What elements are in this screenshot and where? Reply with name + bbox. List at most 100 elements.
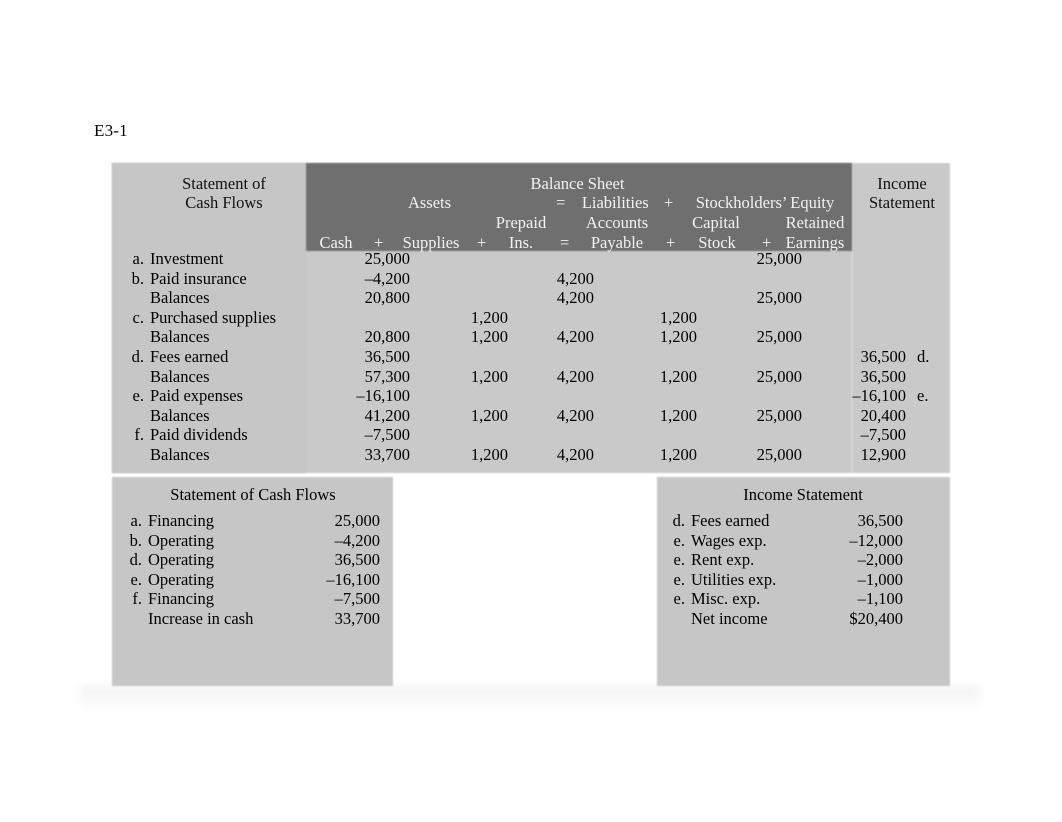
cell-label: Rent exp. — [691, 550, 755, 570]
cell-mark: c. — [132, 307, 144, 327]
list-item: a. Financing 25,000 — [112, 511, 393, 531]
cell-label: Balances — [150, 327, 210, 347]
income-statement-panel-title: Income Statement — [743, 485, 863, 504]
cell-payable: 1,200 — [659, 327, 697, 347]
income-statement-header-line1: Income — [877, 174, 927, 193]
worksheet-row: Balances 33,700 1,200 4,200 1,200 25,000 12,90… — [112, 445, 950, 465]
cell-payable: 1,200 — [659, 444, 697, 464]
cell-label: Paid expenses — [150, 386, 244, 406]
liabilities-label: Liabilities — [581, 193, 649, 212]
equals-operator: = — [556, 193, 566, 212]
scf-header-line1: Statement of — [182, 174, 266, 193]
worksheet-row: d. Fees earned 36,500 36,500 d. — [112, 347, 950, 367]
cell-mark: f. — [134, 425, 144, 445]
cell-prepaid: 4,200 — [556, 405, 594, 425]
column-header-accounts: Accounts — [585, 213, 649, 232]
cell-label: Misc. exp. — [691, 589, 761, 609]
cell-amount: 36,500 — [857, 511, 903, 530]
cell-label: Balances — [150, 444, 210, 464]
column-header-capital: Capital — [692, 213, 740, 232]
cell-mark: e. — [673, 569, 685, 589]
cell-label: Paid dividends — [150, 425, 248, 445]
cell-prepaid: 4,200 — [556, 288, 594, 308]
cell-amount: 25,000 — [334, 511, 380, 530]
cell-stock: 25,000 — [756, 327, 802, 347]
cell-mark: f. — [132, 589, 142, 609]
cell-mark: e. — [673, 550, 685, 570]
cell-earnings: –16,100 — [852, 386, 906, 406]
cell-mark: d. — [672, 511, 685, 530]
cell-cash: –7,500 — [364, 425, 410, 445]
income-statement-rows: d. Fees earned 36,500 e. Wages exp. –12,000 e.… — [657, 511, 950, 629]
cell-mark: e. — [132, 386, 144, 406]
cell-label: Fees earned — [691, 511, 770, 530]
list-item: Net income $20,400 — [657, 609, 950, 629]
cell-is-mark: d. — [917, 346, 930, 366]
cell-cash: –16,100 — [356, 386, 410, 406]
worksheet-row: Balances 20,800 1,200 4,200 1,200 25,000 — [112, 327, 950, 347]
column-header-prepaid: Prepaid — [495, 213, 547, 232]
cell-label: Balances — [150, 405, 210, 425]
cell-payable: 1,200 — [659, 366, 697, 386]
cell-earnings: 12,900 — [860, 444, 906, 464]
worksheet-row: c. Purchased supplies 1,200 1,200 — [112, 308, 950, 328]
cell-cash: 33,700 — [364, 444, 410, 464]
list-item: d. Fees earned 36,500 — [657, 511, 950, 531]
cash-flows-panel-title: Statement of Cash Flows — [170, 485, 336, 504]
cell-mark: e. — [130, 569, 142, 589]
list-item: e. Rent exp. –2,000 — [657, 550, 950, 570]
cell-label: Financing — [148, 511, 214, 530]
cell-stock: 25,000 — [756, 444, 802, 464]
cell-mark: e. — [673, 589, 685, 609]
assets-header: Assets — [407, 193, 452, 212]
cash-flows-rows: a. Financing 25,000 b. Operating –4,200 d. Oper… — [112, 511, 393, 629]
scf-header-line2: Cash Flows — [185, 193, 263, 212]
cell-label: Paid insurance — [150, 268, 247, 288]
cell-amount: 33,700 — [334, 608, 380, 628]
exercise-label: E3-1 — [94, 121, 128, 140]
page-shadow — [80, 686, 980, 712]
cell-stock: 25,000 — [756, 366, 802, 386]
cell-label: Fees earned — [150, 346, 229, 366]
cell-prepaid: 4,200 — [556, 268, 594, 288]
cell-mark: a. — [130, 511, 142, 530]
cell-label: Financing — [148, 589, 214, 609]
worksheet-row: f. Paid dividends –7,500 –7,500 — [112, 425, 950, 445]
list-item: e. Wages exp. –12,000 — [657, 531, 950, 551]
cell-amount: –12,000 — [849, 530, 903, 550]
cell-cash: 36,500 — [364, 346, 410, 366]
worksheet-rows: a. Investment 25,000 25,000 b. Paid insurance… — [112, 249, 950, 465]
cell-amount: –1,000 — [857, 569, 903, 589]
statement-of-cash-flows-header: Statement of Cash Flows — [138, 174, 310, 212]
cell-label: Operating — [148, 530, 214, 550]
cell-amount: –4,200 — [334, 530, 380, 550]
list-item: e. Utilities exp. –1,000 — [657, 570, 950, 590]
balance-sheet-header: Balance Sheet — [530, 174, 625, 193]
cell-cash: 20,800 — [364, 288, 410, 308]
cell-cash: –4,200 — [364, 268, 410, 288]
worksheet-row: Balances 20,800 4,200 25,000 — [112, 288, 950, 308]
cell-amount: –2,000 — [857, 550, 903, 570]
list-item: f. Financing –7,500 — [112, 589, 393, 609]
cell-supplies: 1,200 — [470, 327, 508, 347]
column-header-retained: Retained — [785, 213, 845, 232]
worksheet-row: a. Investment 25,000 25,000 — [112, 249, 950, 269]
cell-earnings: 36,500 — [860, 346, 906, 366]
cell-earnings: 36,500 — [860, 366, 906, 386]
cell-prepaid: 4,200 — [556, 366, 594, 386]
cell-mark: b. — [129, 530, 142, 550]
cell-label: Operating — [148, 569, 214, 589]
cell-earnings: –7,500 — [860, 425, 906, 445]
cell-mark: e. — [673, 530, 685, 550]
cell-amount: $20,400 — [849, 608, 903, 628]
cell-label: Balances — [150, 366, 210, 386]
liabilities-header: = Liabilities — [556, 193, 680, 213]
income-statement-header: Income Statement — [856, 174, 948, 212]
cell-prepaid: 4,200 — [556, 444, 594, 464]
cell-cash: 41,200 — [364, 405, 410, 425]
cell-amount: –1,100 — [857, 589, 903, 609]
cell-label: Net income — [691, 608, 768, 628]
cell-label: Increase in cash — [148, 608, 254, 628]
cell-mark: a. — [132, 249, 144, 268]
cell-amount: 36,500 — [334, 550, 380, 570]
